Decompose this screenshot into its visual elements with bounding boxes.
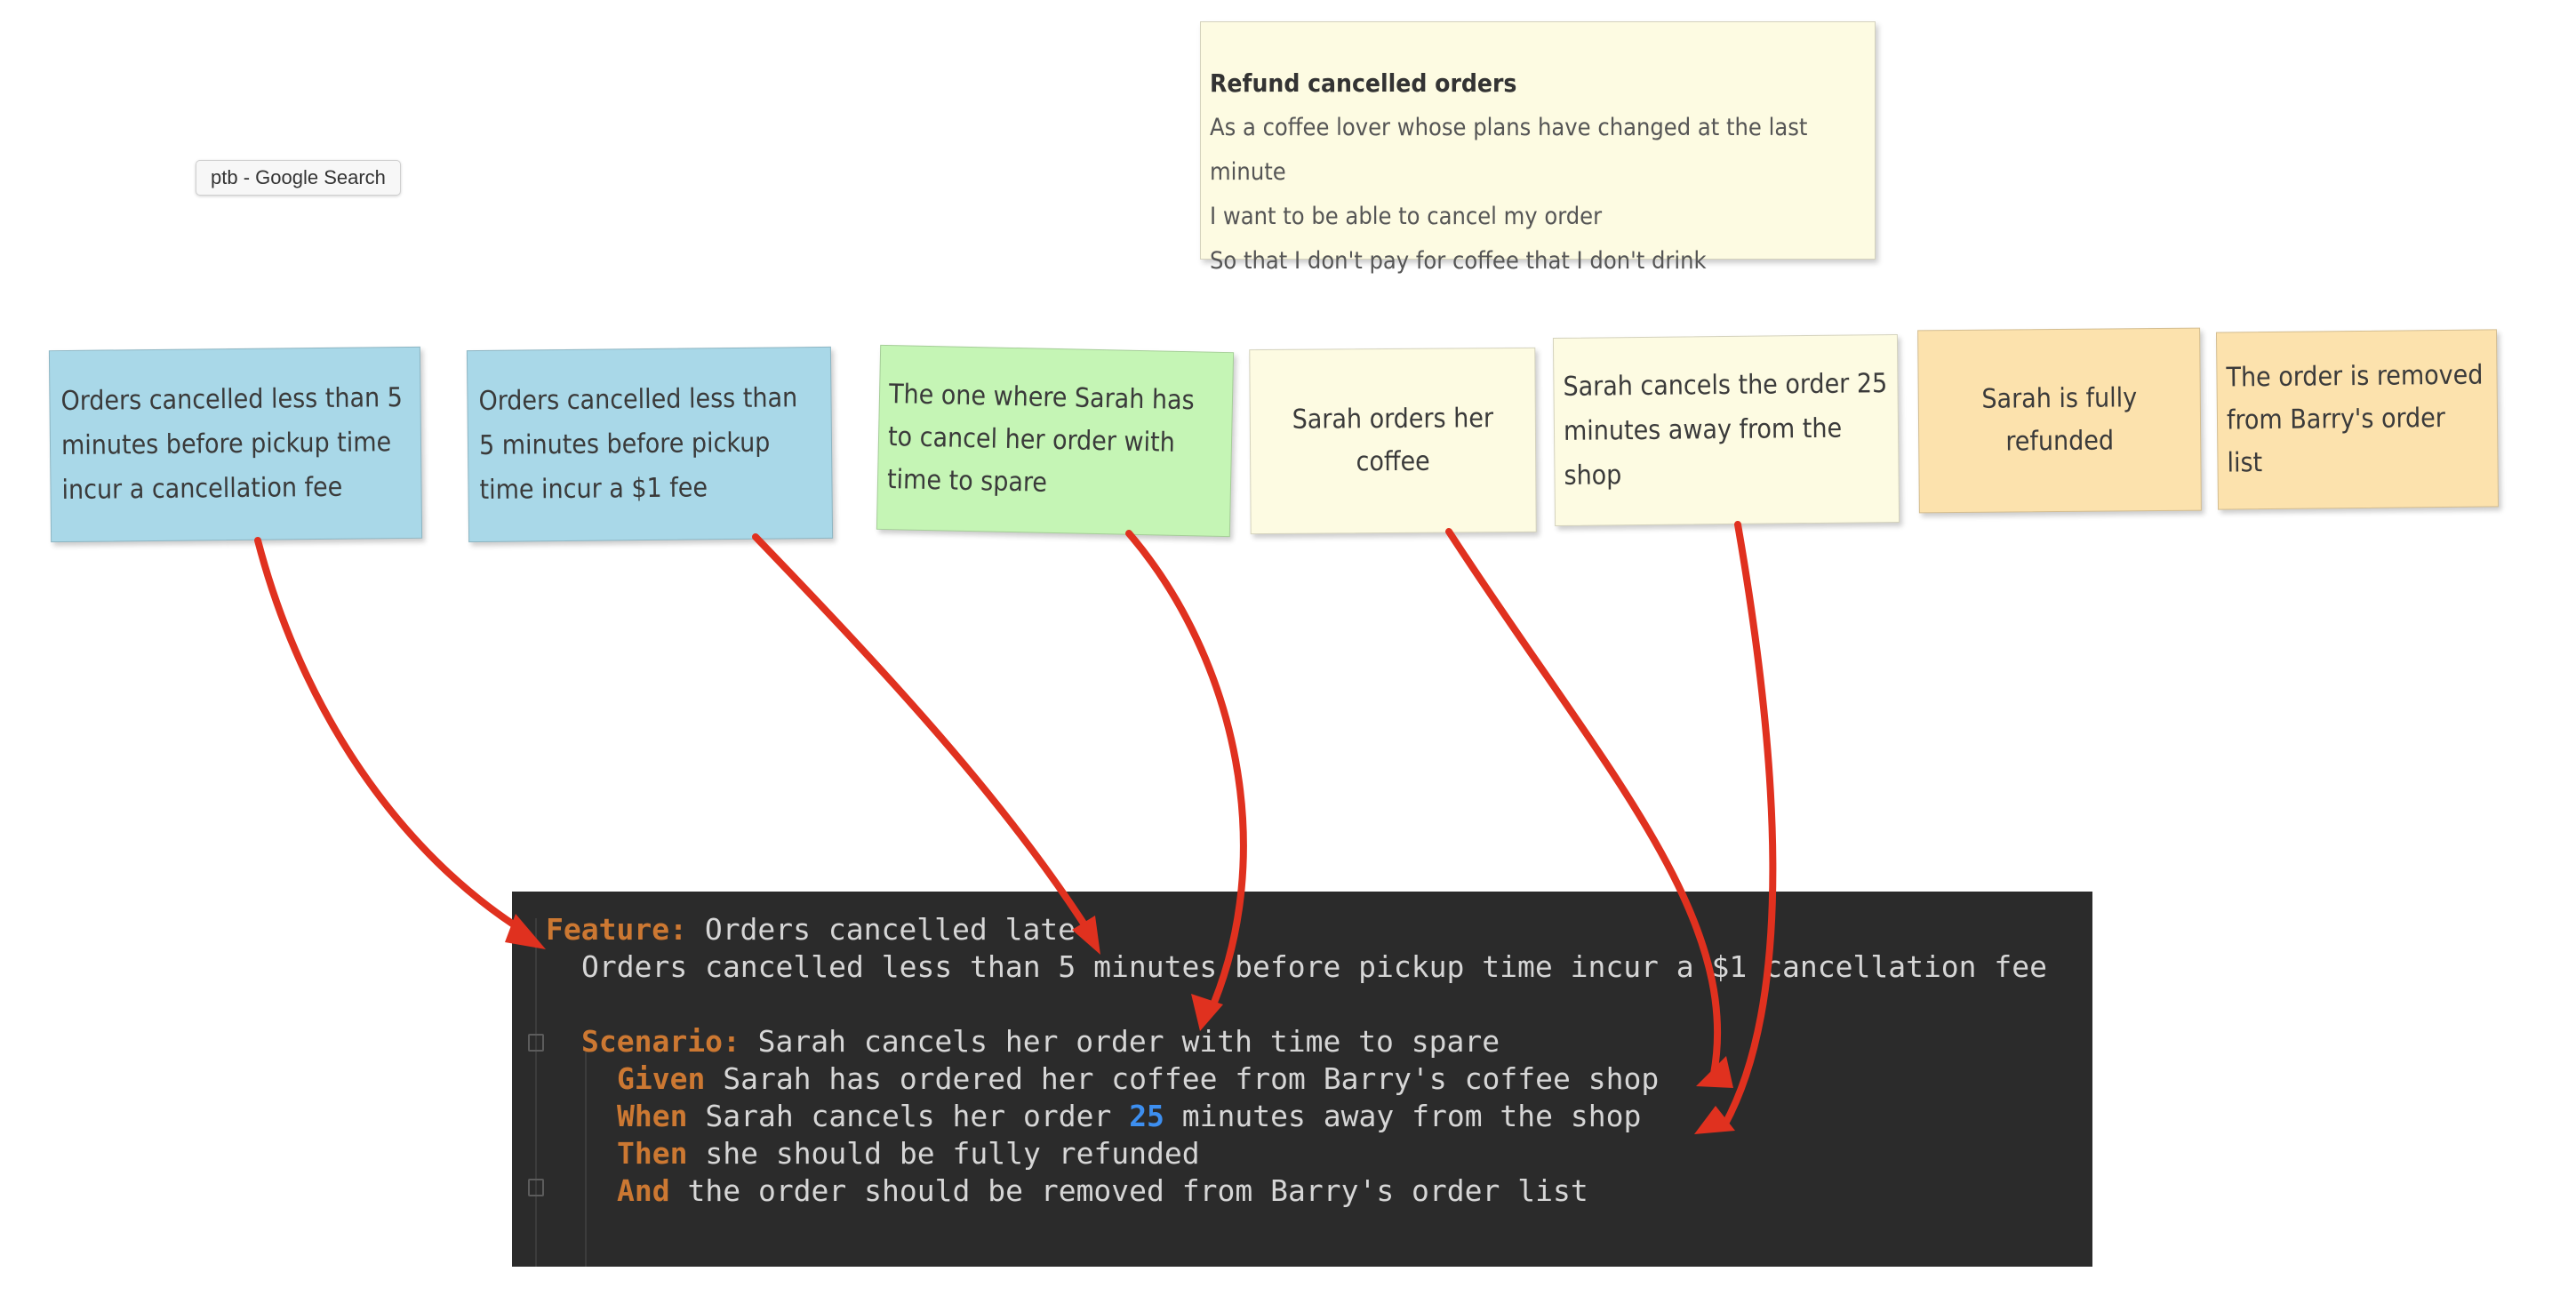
when-text-end: minutes away from the shop: [1164, 1099, 1642, 1133]
arrow-rule-to-description: [752, 533, 1092, 935]
scenario-title: Sarah cancels her order with time to spa…: [740, 1024, 1500, 1059]
example-note: The one where Sarah has to cancel her or…: [876, 344, 1235, 538]
when-keyword: When: [617, 1099, 688, 1133]
feature-keyword: Feature:: [546, 912, 687, 947]
code-line-given: Given Sarah has ordered her coffee from …: [617, 1060, 1659, 1098]
story-line: I want to be able to cancel my order: [1210, 203, 1603, 230]
scenario-keyword: Scenario:: [581, 1024, 740, 1059]
and-text: the order should be removed from Barry's…: [669, 1173, 1588, 1208]
fold-toggle-icon[interactable]: [528, 1179, 544, 1196]
note-text: Sarah cancels the order 25 minutes away …: [1563, 368, 1888, 492]
story-title: Refund cancelled orders: [1210, 68, 1517, 98]
note-text: The order is removed from Barry's order …: [2226, 359, 2484, 479]
code-line-and: And the order should be removed from Bar…: [617, 1172, 1588, 1210]
note-text: The one where Sarah has to cancel her or…: [886, 379, 1196, 499]
user-story-card: Refund cancelled orders As a coffee love…: [1200, 21, 1876, 275]
code-line-description: Orders cancelled less than 5 minutes bef…: [581, 948, 2047, 986]
note-text: Orders cancelled less than 5 minutes bef…: [478, 382, 798, 507]
indent-guide: [535, 918, 537, 1267]
rule-note-dollar-fee: Orders cancelled less than 5 minutes bef…: [466, 346, 834, 543]
fold-toggle-icon[interactable]: [528, 1034, 544, 1052]
note-text: Sarah orders her coffee: [1292, 403, 1494, 478]
code-line-then: Then she should be fully refunded: [617, 1135, 1200, 1172]
and-keyword: And: [617, 1173, 670, 1208]
outcome-note-removed: The order is removed from Barry's order …: [2215, 329, 2500, 510]
note-text: Sarah is fully refunded: [1981, 382, 2138, 458]
indent-guide: [585, 1052, 587, 1267]
outcome-note-refunded: Sarah is fully refunded: [1917, 327, 2202, 514]
when-text: Sarah cancels her order: [687, 1099, 1130, 1133]
code-line-feature: Feature: Orders cancelled late: [546, 911, 1076, 948]
story-line: So that I don't pay for coffee that I do…: [1210, 247, 1707, 275]
code-line-when: When Sarah cancels her order 25 minutes …: [617, 1098, 1641, 1135]
story-line: As a coffee lover whose plans have chang…: [1210, 114, 1808, 186]
step-note-orders-coffee: Sarah orders her coffee: [1249, 347, 1537, 535]
feature-title: Orders cancelled late: [686, 912, 1076, 947]
arrow-rule-to-feature: [254, 537, 528, 935]
note-text: Orders cancelled less than 5 minutes bef…: [60, 382, 404, 507]
given-keyword: Given: [617, 1061, 706, 1096]
when-number: 25: [1129, 1099, 1164, 1133]
gherkin-code-editor[interactable]: Feature: Orders cancelled late Orders ca…: [512, 892, 2092, 1267]
then-keyword: Then: [617, 1136, 688, 1171]
then-text: she should be fully refunded: [687, 1136, 1200, 1171]
rule-note-cancellation-fee: Orders cancelled less than 5 minutes bef…: [48, 346, 423, 543]
feature-description: Orders cancelled less than 5 minutes bef…: [581, 949, 2048, 984]
given-text: Sarah has ordered her coffee from Barry'…: [705, 1061, 1660, 1096]
step-note-cancels-order: Sarah cancels the order 25 minutes away …: [1552, 333, 1900, 527]
browser-tooltip: ptb - Google Search: [196, 160, 401, 196]
code-line-scenario: Scenario: Sarah cancels her order with t…: [581, 1023, 1500, 1060]
